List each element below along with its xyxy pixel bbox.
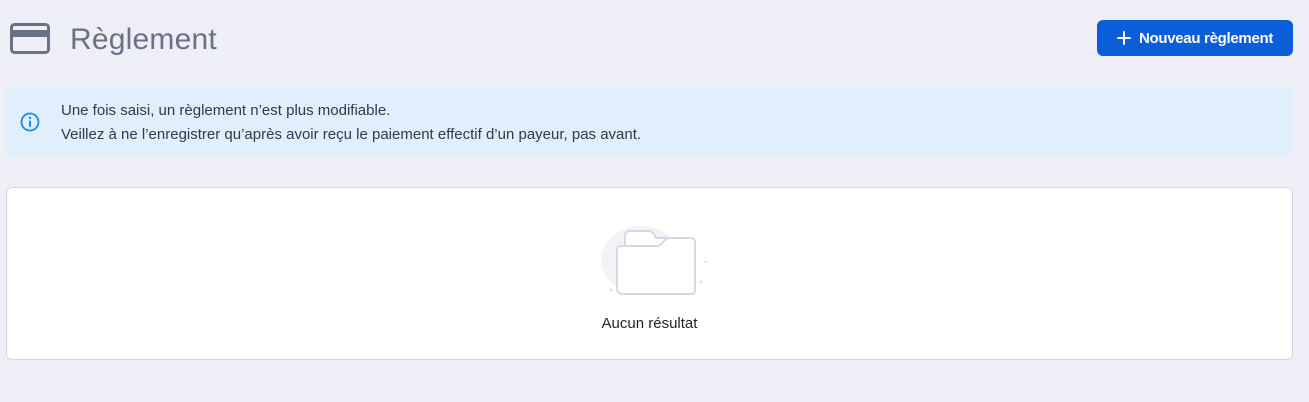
info-banner: Une fois saisi, un règlement n’est plus … — [6, 87, 1293, 156]
credit-card-icon — [10, 23, 50, 54]
page-title: Règlement — [70, 23, 217, 56]
page: Règlement Nouveau règlement Une fois sai… — [0, 0, 1309, 402]
empty-folder-icon — [601, 226, 707, 295]
info-text-line-2: Veillez à ne l’enregistrer qu’après avoi… — [61, 126, 642, 143]
info-text-line-1: Une fois saisi, un règlement n’est plus … — [61, 102, 391, 119]
new-payment-button[interactable]: Nouveau règlement — [1097, 20, 1293, 56]
info-circle-icon — [20, 112, 40, 132]
page-header: Règlement Nouveau règlement — [0, 0, 1309, 80]
plus-icon — [1116, 31, 1131, 45]
results-panel: Aucun résultat — [6, 187, 1293, 360]
no-results-message: Aucun résultat — [601, 315, 698, 332]
new-payment-button-label: Nouveau règlement — [1138, 29, 1274, 47]
